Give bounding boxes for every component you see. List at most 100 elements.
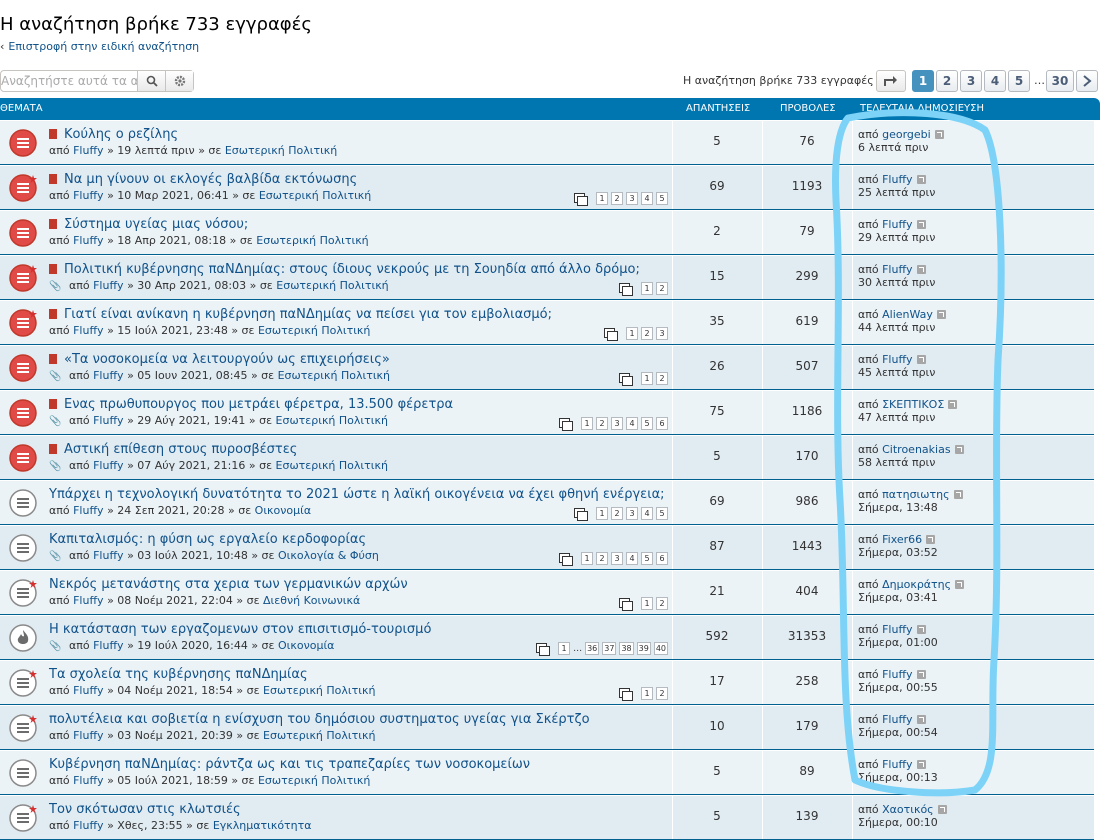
go-to-last-post-icon[interactable] — [937, 805, 947, 814]
advanced-search-button[interactable] — [165, 71, 193, 91]
last-post-author-link[interactable]: Citroenakias — [882, 443, 950, 456]
topic-author-link[interactable]: Fluffy — [73, 594, 103, 607]
topic-author-link[interactable]: Fluffy — [93, 549, 123, 562]
topic-page-link[interactable]: 1 — [641, 282, 653, 295]
forum-link[interactable]: Εσωτερική Πολιτική — [278, 369, 390, 382]
topic-page-link[interactable]: 1 — [558, 642, 571, 655]
forum-link[interactable]: Εσωτερική Πολιτική — [276, 414, 388, 427]
last-post-author-link[interactable]: Fluffy — [882, 668, 912, 681]
topic-page-link[interactable]: 37 — [602, 642, 617, 655]
topic-page-link[interactable]: 39 — [636, 642, 651, 655]
back-to-advanced-search-link[interactable]: ‹ Επιστροφή στην ειδική αναζήτηση — [0, 40, 199, 53]
topic-page-link[interactable]: 4 — [641, 192, 653, 205]
topic-page-link[interactable]: 3 — [611, 417, 623, 430]
topic-page-link[interactable]: 1 — [581, 552, 593, 565]
last-post-author-link[interactable]: Fluffy — [882, 623, 912, 636]
forum-link[interactable]: Εσωτερική Πολιτική — [259, 189, 371, 202]
go-to-last-post-icon[interactable] — [916, 220, 926, 229]
forum-link[interactable]: Οικονομία — [255, 504, 311, 517]
page-2-button[interactable]: 2 — [936, 70, 958, 92]
forum-link[interactable]: Διεθνή Κοινωνικά — [263, 594, 360, 607]
page-last-button[interactable]: 30 — [1046, 70, 1074, 92]
last-post-author-link[interactable]: Fluffy — [882, 758, 912, 771]
topic-title-link[interactable]: Καπιταλισμός: η φύση ως εργαλείο κερδοφο… — [49, 532, 366, 547]
search-input[interactable]: Αναζητήστε αυτά τα απ — [1, 71, 137, 91]
topic-page-link[interactable]: 2 — [641, 327, 653, 340]
forum-link[interactable]: Οικονομία — [278, 639, 334, 652]
topic-page-link[interactable]: 2 — [656, 282, 668, 295]
go-to-last-post-icon[interactable] — [926, 535, 936, 544]
topic-page-link[interactable]: 38 — [619, 642, 634, 655]
topic-page-link[interactable]: 5 — [656, 192, 668, 205]
topic-page-link[interactable]: 6 — [656, 417, 668, 430]
last-post-author-link[interactable]: Fluffy — [882, 263, 912, 276]
topic-page-link[interactable]: 3 — [626, 192, 638, 205]
topic-page-link[interactable]: 4 — [626, 417, 638, 430]
go-to-last-post-icon[interactable] — [936, 310, 946, 319]
topic-page-link[interactable]: 2 — [596, 552, 608, 565]
topic-page-link[interactable]: 1 — [641, 597, 653, 610]
go-to-last-post-icon[interactable] — [916, 670, 926, 679]
last-post-author-link[interactable]: Fluffy — [882, 713, 912, 726]
topic-page-link[interactable]: 40 — [653, 642, 668, 655]
page-4-button[interactable]: 4 — [984, 70, 1006, 92]
last-post-author-link[interactable]: Fixer66 — [882, 533, 922, 546]
topic-page-link[interactable]: 36 — [585, 642, 600, 655]
forum-link[interactable]: Εγκληματικότητα — [213, 819, 312, 832]
next-page-button[interactable] — [1076, 70, 1098, 92]
topic-author-link[interactable]: Fluffy — [73, 234, 103, 247]
topic-author-link[interactable]: Fluffy — [73, 189, 103, 202]
go-to-last-post-icon[interactable] — [916, 760, 926, 769]
topic-title-link[interactable]: πολυτέλεια και σοβιετία η ενίσχυση του δ… — [49, 712, 590, 727]
go-to-last-post-icon[interactable] — [916, 355, 926, 364]
forum-link[interactable]: Εσωτερική Πολιτική — [256, 234, 368, 247]
topic-title-link[interactable]: Τον σκότωσαν στις κλωτσιές — [49, 802, 241, 817]
topic-page-link[interactable]: 1 — [596, 192, 608, 205]
last-post-author-link[interactable]: georgebi — [882, 128, 931, 141]
topic-page-link[interactable]: 2 — [596, 417, 608, 430]
topic-page-link[interactable]: 1 — [641, 687, 653, 700]
topic-title-link[interactable]: Αστική επίθεση στους πυροσβέστες — [64, 442, 297, 457]
page-5-button[interactable]: 5 — [1008, 70, 1030, 92]
topic-author-link[interactable]: Fluffy — [73, 774, 103, 787]
topic-page-link[interactable]: 2 — [656, 687, 668, 700]
topic-page-link[interactable]: 1 — [641, 372, 653, 385]
forum-link[interactable]: Εσωτερική Πολιτική — [276, 459, 388, 472]
topic-page-link[interactable]: 5 — [656, 507, 668, 520]
topic-page-link[interactable]: 2 — [656, 597, 668, 610]
go-to-last-post-icon[interactable] — [934, 130, 944, 139]
topic-author-link[interactable]: Fluffy — [93, 369, 123, 382]
topic-author-link[interactable]: Fluffy — [93, 414, 123, 427]
topic-title-link[interactable]: Νεκρός μετανάστης στα χερια των γερμανικ… — [49, 577, 408, 592]
topic-title-link[interactable]: Σύστημα υγείας μιας νόσου; — [64, 217, 248, 232]
topic-author-link[interactable]: Fluffy — [73, 819, 103, 832]
last-post-author-link[interactable]: Fluffy — [882, 218, 912, 231]
last-post-author-link[interactable]: Fluffy — [882, 173, 912, 186]
topic-title-link[interactable]: «Τα νοσοκομεία να λειτουργούν ως επιχειρ… — [64, 352, 390, 367]
topic-page-link[interactable]: 1 — [596, 507, 608, 520]
topic-author-link[interactable]: Fluffy — [93, 279, 123, 292]
go-to-last-post-icon[interactable] — [916, 625, 926, 634]
last-post-author-link[interactable]: ΣΚΕΠΤΙΚΟΣ — [882, 398, 944, 411]
topic-page-link[interactable]: 5 — [641, 417, 653, 430]
topic-author-link[interactable]: Fluffy — [73, 324, 103, 337]
topic-title-link[interactable]: Υπάρχει η τεχνολογική δυνατότητα το 2021… — [49, 487, 665, 502]
topic-page-link[interactable]: 4 — [626, 552, 638, 565]
topic-title-link[interactable]: Να μη γίνουν οι εκλογές βαλβίδα εκτόνωση… — [64, 172, 357, 187]
last-post-author-link[interactable]: πατησιωτης — [882, 488, 949, 501]
topic-page-link[interactable]: 4 — [641, 507, 653, 520]
topic-author-link[interactable]: Fluffy — [73, 684, 103, 697]
topic-title-link[interactable]: Ενας πρωθυπουργος που μετράει φέρετρα, 1… — [64, 397, 453, 412]
topic-author-link[interactable]: Fluffy — [73, 504, 103, 517]
forum-link[interactable]: Εσωτερική Πολιτική — [258, 324, 370, 337]
go-to-last-post-icon[interactable] — [916, 715, 926, 724]
topic-page-link[interactable]: 1 — [626, 327, 638, 340]
last-post-author-link[interactable]: Χαοτικός — [882, 803, 934, 816]
topic-author-link[interactable]: Fluffy — [73, 144, 103, 157]
topic-page-link[interactable]: 3 — [626, 507, 638, 520]
topic-title-link[interactable]: Γιατί είναι ανίκανη η κυβέρνηση παΝΔημία… — [64, 307, 552, 322]
topic-page-link[interactable]: 2 — [611, 192, 623, 205]
topic-page-link[interactable]: 1 — [581, 417, 593, 430]
topic-page-link[interactable]: 2 — [656, 372, 668, 385]
topic-author-link[interactable]: Fluffy — [73, 729, 103, 742]
